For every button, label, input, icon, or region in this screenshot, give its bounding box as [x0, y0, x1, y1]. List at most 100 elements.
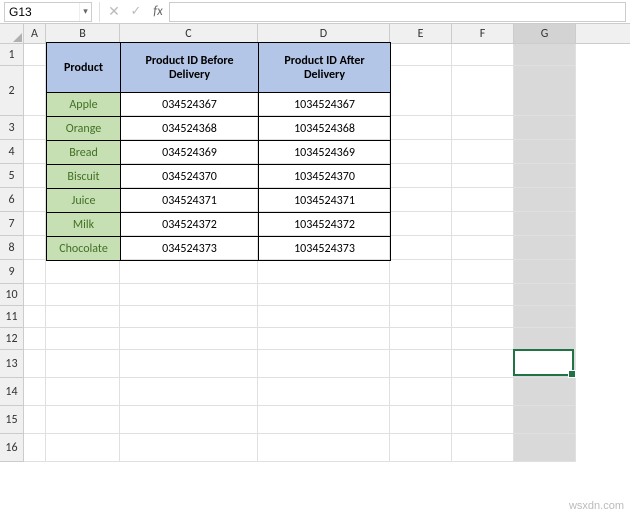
table-cell[interactable]: Chocolate: [47, 237, 121, 261]
cell[interactable]: [46, 284, 120, 306]
cell[interactable]: [452, 306, 514, 328]
row-header-15[interactable]: 15: [0, 406, 23, 434]
table-cell[interactable]: Bread: [47, 141, 121, 165]
row-header-16[interactable]: 16: [0, 434, 23, 462]
cell[interactable]: [452, 236, 514, 260]
cell[interactable]: [514, 260, 576, 284]
formula-input[interactable]: [169, 2, 626, 22]
table-cell[interactable]: Biscuit: [47, 165, 121, 189]
cell[interactable]: [514, 306, 576, 328]
cell[interactable]: [258, 260, 390, 284]
cell[interactable]: [24, 350, 46, 378]
cell[interactable]: [24, 44, 46, 66]
row-header-10[interactable]: 10: [0, 284, 23, 306]
cell[interactable]: [452, 284, 514, 306]
cell[interactable]: [24, 140, 46, 164]
cell[interactable]: [514, 284, 576, 306]
cell[interactable]: [514, 44, 576, 66]
table-cell[interactable]: Apple: [47, 93, 121, 117]
col-header-C[interactable]: C: [120, 24, 258, 43]
cell[interactable]: [514, 140, 576, 164]
table-cell[interactable]: 034524370: [121, 165, 259, 189]
cell[interactable]: [120, 406, 258, 434]
cell[interactable]: [452, 260, 514, 284]
cell[interactable]: [514, 378, 576, 406]
cell[interactable]: [24, 116, 46, 140]
row-header-14[interactable]: 14: [0, 378, 23, 406]
cell[interactable]: [390, 406, 452, 434]
table-cell[interactable]: 1034524373: [259, 237, 391, 261]
table-cell[interactable]: 1034524367: [259, 93, 391, 117]
row-header-9[interactable]: 9: [0, 260, 23, 284]
table-cell[interactable]: 034524368: [121, 117, 259, 141]
table-cell[interactable]: 1034524369: [259, 141, 391, 165]
cell[interactable]: [120, 306, 258, 328]
cell[interactable]: [390, 306, 452, 328]
cell[interactable]: [258, 306, 390, 328]
col-header-G[interactable]: G: [514, 24, 576, 43]
cell[interactable]: [46, 434, 120, 462]
cell[interactable]: [514, 350, 576, 378]
cell[interactable]: [452, 188, 514, 212]
col-header-D[interactable]: D: [258, 24, 390, 43]
cell[interactable]: [452, 328, 514, 350]
cell[interactable]: [452, 350, 514, 378]
cell[interactable]: [258, 406, 390, 434]
cell[interactable]: [452, 44, 514, 66]
table-cell[interactable]: Orange: [47, 117, 121, 141]
select-all-corner[interactable]: [0, 24, 24, 44]
table-cell[interactable]: 034524371: [121, 189, 259, 213]
row-header-4[interactable]: 4: [0, 140, 23, 164]
row-header-5[interactable]: 5: [0, 164, 23, 188]
cell[interactable]: [390, 260, 452, 284]
cell[interactable]: [390, 378, 452, 406]
cell[interactable]: [390, 212, 452, 236]
cell[interactable]: [390, 164, 452, 188]
col-header-B[interactable]: B: [46, 24, 120, 43]
table-cell[interactable]: Milk: [47, 213, 121, 237]
cell[interactable]: [390, 434, 452, 462]
cell[interactable]: [390, 44, 452, 66]
cell[interactable]: [390, 116, 452, 140]
cell[interactable]: [24, 164, 46, 188]
table-cell[interactable]: 1034524368: [259, 117, 391, 141]
cell[interactable]: [24, 284, 46, 306]
cell[interactable]: [452, 140, 514, 164]
cell[interactable]: [452, 434, 514, 462]
cell[interactable]: [24, 328, 46, 350]
cell[interactable]: [24, 188, 46, 212]
cell[interactable]: [390, 140, 452, 164]
cell[interactable]: [24, 434, 46, 462]
row-header-11[interactable]: 11: [0, 306, 23, 328]
cell[interactable]: [452, 406, 514, 434]
cell[interactable]: [24, 378, 46, 406]
cell[interactable]: [120, 434, 258, 462]
cell[interactable]: [24, 212, 46, 236]
cell[interactable]: [514, 116, 576, 140]
row-header-8[interactable]: 8: [0, 236, 23, 260]
cell[interactable]: [120, 260, 258, 284]
table-cell[interactable]: 034524373: [121, 237, 259, 261]
cell[interactable]: [390, 188, 452, 212]
cell[interactable]: [46, 328, 120, 350]
cell[interactable]: [120, 378, 258, 406]
cell[interactable]: [390, 284, 452, 306]
cell[interactable]: [120, 284, 258, 306]
cell[interactable]: [452, 116, 514, 140]
cell[interactable]: [120, 350, 258, 378]
cell[interactable]: [46, 406, 120, 434]
row-header-3[interactable]: 3: [0, 116, 23, 140]
cell[interactable]: [514, 164, 576, 188]
cell[interactable]: [514, 66, 576, 116]
cell[interactable]: [46, 260, 120, 284]
cell[interactable]: [514, 434, 576, 462]
row-header-13[interactable]: 13: [0, 350, 23, 378]
cell[interactable]: [120, 328, 258, 350]
cell[interactable]: [24, 306, 46, 328]
cell[interactable]: [452, 212, 514, 236]
table-cell[interactable]: 034524367: [121, 93, 259, 117]
col-header-E[interactable]: E: [390, 24, 452, 43]
cell[interactable]: [258, 378, 390, 406]
cell[interactable]: [46, 306, 120, 328]
table-cell[interactable]: 1034524370: [259, 165, 391, 189]
